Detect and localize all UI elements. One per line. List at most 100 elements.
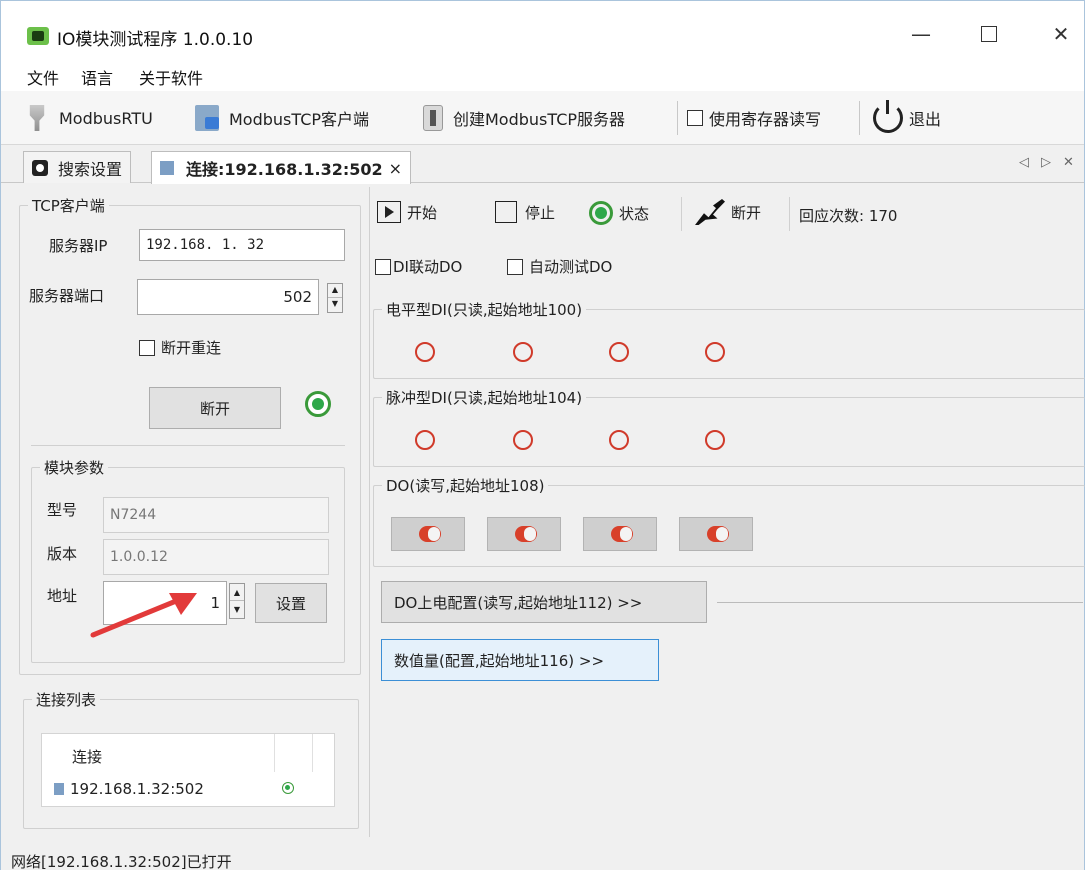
level-di-group: 电平型DI(只读,起始地址100) bbox=[373, 299, 1085, 379]
numeric-config-button[interactable]: 数值量(配置,起始地址116) >> bbox=[381, 639, 659, 681]
plug-disconnect-icon bbox=[695, 199, 725, 225]
tab-connection[interactable]: 连接:192.168.1.32:502 × bbox=[151, 151, 412, 184]
do-toggle-button[interactable] bbox=[679, 517, 753, 551]
stop-button[interactable]: 停止 bbox=[495, 201, 555, 223]
tab-scroll-right-icon[interactable]: ▷ bbox=[1041, 155, 1051, 170]
exit-button[interactable]: 退出 bbox=[873, 100, 942, 133]
start-label: 开始 bbox=[407, 203, 438, 222]
menu-file[interactable]: 文件 bbox=[27, 65, 59, 89]
status-bar: 网络[192.168.1.32:502]已打开 bbox=[1, 841, 1084, 870]
tab-connection-label: 连接:192.168.1.32:502 bbox=[186, 160, 383, 179]
address-label: 地址 bbox=[47, 587, 78, 605]
address-stepper[interactable]: ▲ ▼ bbox=[229, 583, 245, 619]
di-indicator-icon bbox=[705, 342, 725, 362]
status-radio[interactable]: 状态 bbox=[589, 201, 649, 225]
toolbar-separator bbox=[859, 101, 860, 135]
create-tcp-server-button[interactable]: 创建ModbusTCP服务器 bbox=[423, 103, 625, 133]
model-label: 型号 bbox=[47, 501, 78, 519]
status-label: 状态 bbox=[619, 204, 650, 223]
disconnect-plug-label: 断开 bbox=[731, 203, 762, 222]
level-di-title: 电平型DI(只读,起始地址100) bbox=[382, 299, 587, 320]
module-params-title: 模块参数 bbox=[40, 457, 109, 478]
tab-scroll-left-icon[interactable]: ◁ bbox=[1019, 155, 1029, 170]
connection-address: 192.168.1.32:502 bbox=[70, 780, 204, 798]
maximize-icon bbox=[981, 26, 997, 42]
search-settings-icon bbox=[32, 159, 48, 176]
menu-language[interactable]: 语言 bbox=[81, 65, 113, 89]
disconnect-button[interactable]: 断开 bbox=[149, 387, 281, 429]
di-indicator-icon bbox=[609, 430, 629, 450]
server-port-stepper[interactable]: ▲ ▼ bbox=[327, 283, 343, 313]
server-port-input[interactable]: 502 bbox=[137, 279, 319, 315]
status-indicator-icon bbox=[589, 201, 613, 225]
tab-close-button[interactable]: × bbox=[389, 159, 402, 178]
connection-column-header: 连接 bbox=[72, 748, 103, 766]
connection-icon bbox=[54, 783, 64, 795]
set-address-button[interactable]: 设置 bbox=[255, 583, 327, 623]
reply-count: 回应次数: 170 bbox=[799, 207, 898, 225]
tcp-client-title: TCP客户端 bbox=[28, 195, 109, 216]
list-item[interactable]: 192.168.1.32:502 bbox=[54, 780, 314, 798]
do-toggle-button[interactable] bbox=[391, 517, 465, 551]
use-register-rw-checkbox[interactable]: 使用寄存器读写 bbox=[687, 103, 821, 133]
di-indicator-icon bbox=[705, 430, 725, 450]
server-icon bbox=[423, 105, 443, 131]
version-field: 1.0.0.12 bbox=[103, 539, 329, 575]
stepper-down-icon[interactable]: ▼ bbox=[328, 298, 342, 312]
reconnect-label: 断开重连 bbox=[161, 339, 222, 357]
stop-label: 停止 bbox=[525, 203, 556, 222]
power-icon bbox=[873, 100, 903, 133]
modbus-tcp-client-button[interactable]: ModbusTCP客户端 bbox=[195, 103, 369, 133]
app-window: IO模块测试程序 1.0.0.10 — ✕ 文件 语言 关于软件 ModbusR… bbox=[0, 0, 1085, 870]
window-title: IO模块测试程序 1.0.0.10 bbox=[57, 30, 254, 50]
menu-about[interactable]: 关于软件 bbox=[139, 65, 203, 89]
start-button[interactable]: 开始 bbox=[377, 201, 437, 223]
di-link-do-label: DI联动DO bbox=[393, 258, 463, 276]
server-ip-input[interactable]: 192.168. 1. 32 bbox=[139, 229, 345, 261]
do-toggle-button[interactable] bbox=[583, 517, 657, 551]
do-power-config-button[interactable]: DO上电配置(读写,起始地址112) >> bbox=[381, 581, 707, 623]
auto-test-do-checkbox[interactable]: 自动测试DO bbox=[507, 256, 612, 277]
tab-search-settings[interactable]: 搜索设置 bbox=[23, 151, 132, 183]
network-client-icon bbox=[195, 105, 219, 131]
use-register-rw-label: 使用寄存器读写 bbox=[709, 110, 822, 129]
divider bbox=[31, 445, 345, 446]
pulse-di-group: 脉冲型DI(只读,起始地址104) bbox=[373, 387, 1085, 467]
di-indicator-icon bbox=[513, 430, 533, 450]
tab-strip-close-icon[interactable]: ✕ bbox=[1063, 155, 1074, 170]
checkbox-icon bbox=[507, 258, 523, 275]
pulse-di-title: 脉冲型DI(只读,起始地址104) bbox=[382, 387, 587, 408]
tab-strip: 搜索设置 连接:192.168.1.32:502 × ◁ ▷ ✕ bbox=[1, 145, 1084, 184]
modbus-tcp-client-label: ModbusTCP客户端 bbox=[229, 110, 370, 129]
status-bar-text: 网络[192.168.1.32:502]已打开 bbox=[11, 853, 232, 870]
di-indicator-icon bbox=[609, 342, 629, 362]
di-indicator-icon bbox=[513, 342, 533, 362]
divider bbox=[717, 602, 1083, 603]
minimize-button[interactable]: — bbox=[901, 19, 941, 49]
version-label: 版本 bbox=[47, 545, 78, 563]
connection-status-icon bbox=[305, 391, 331, 417]
create-tcp-server-label: 创建ModbusTCP服务器 bbox=[453, 110, 626, 129]
reconnect-checkbox[interactable]: 断开重连 bbox=[139, 337, 221, 358]
panel-divider bbox=[369, 187, 370, 837]
maximize-button[interactable] bbox=[969, 19, 1009, 49]
checkbox-icon bbox=[687, 110, 703, 126]
connection-icon bbox=[160, 161, 174, 175]
model-field: N7244 bbox=[103, 497, 329, 533]
stepper-down-icon[interactable]: ▼ bbox=[230, 601, 244, 618]
toolbar-separator bbox=[677, 101, 678, 135]
modbus-rtu-button[interactable]: ModbusRTU bbox=[25, 103, 153, 133]
close-window-button[interactable]: ✕ bbox=[1041, 19, 1081, 49]
checkbox-icon bbox=[375, 258, 391, 275]
disconnect-plug-button[interactable]: 断开 bbox=[695, 199, 761, 225]
do-toggle-button[interactable] bbox=[487, 517, 561, 551]
stepper-up-icon[interactable]: ▲ bbox=[230, 584, 244, 601]
stepper-up-icon[interactable]: ▲ bbox=[328, 284, 342, 298]
connection-list[interactable]: 连接 192.168.1.32:502 bbox=[41, 733, 335, 807]
exit-label: 退出 bbox=[909, 110, 942, 129]
di-link-do-checkbox[interactable]: DI联动DO bbox=[375, 256, 462, 277]
tab-search-label: 搜索设置 bbox=[58, 159, 123, 179]
auto-test-do-label: 自动测试DO bbox=[529, 258, 613, 276]
annotation-arrow-icon bbox=[90, 593, 197, 638]
toolbar: ModbusRTU ModbusTCP客户端 创建ModbusTCP服务器 使用… bbox=[1, 91, 1084, 145]
